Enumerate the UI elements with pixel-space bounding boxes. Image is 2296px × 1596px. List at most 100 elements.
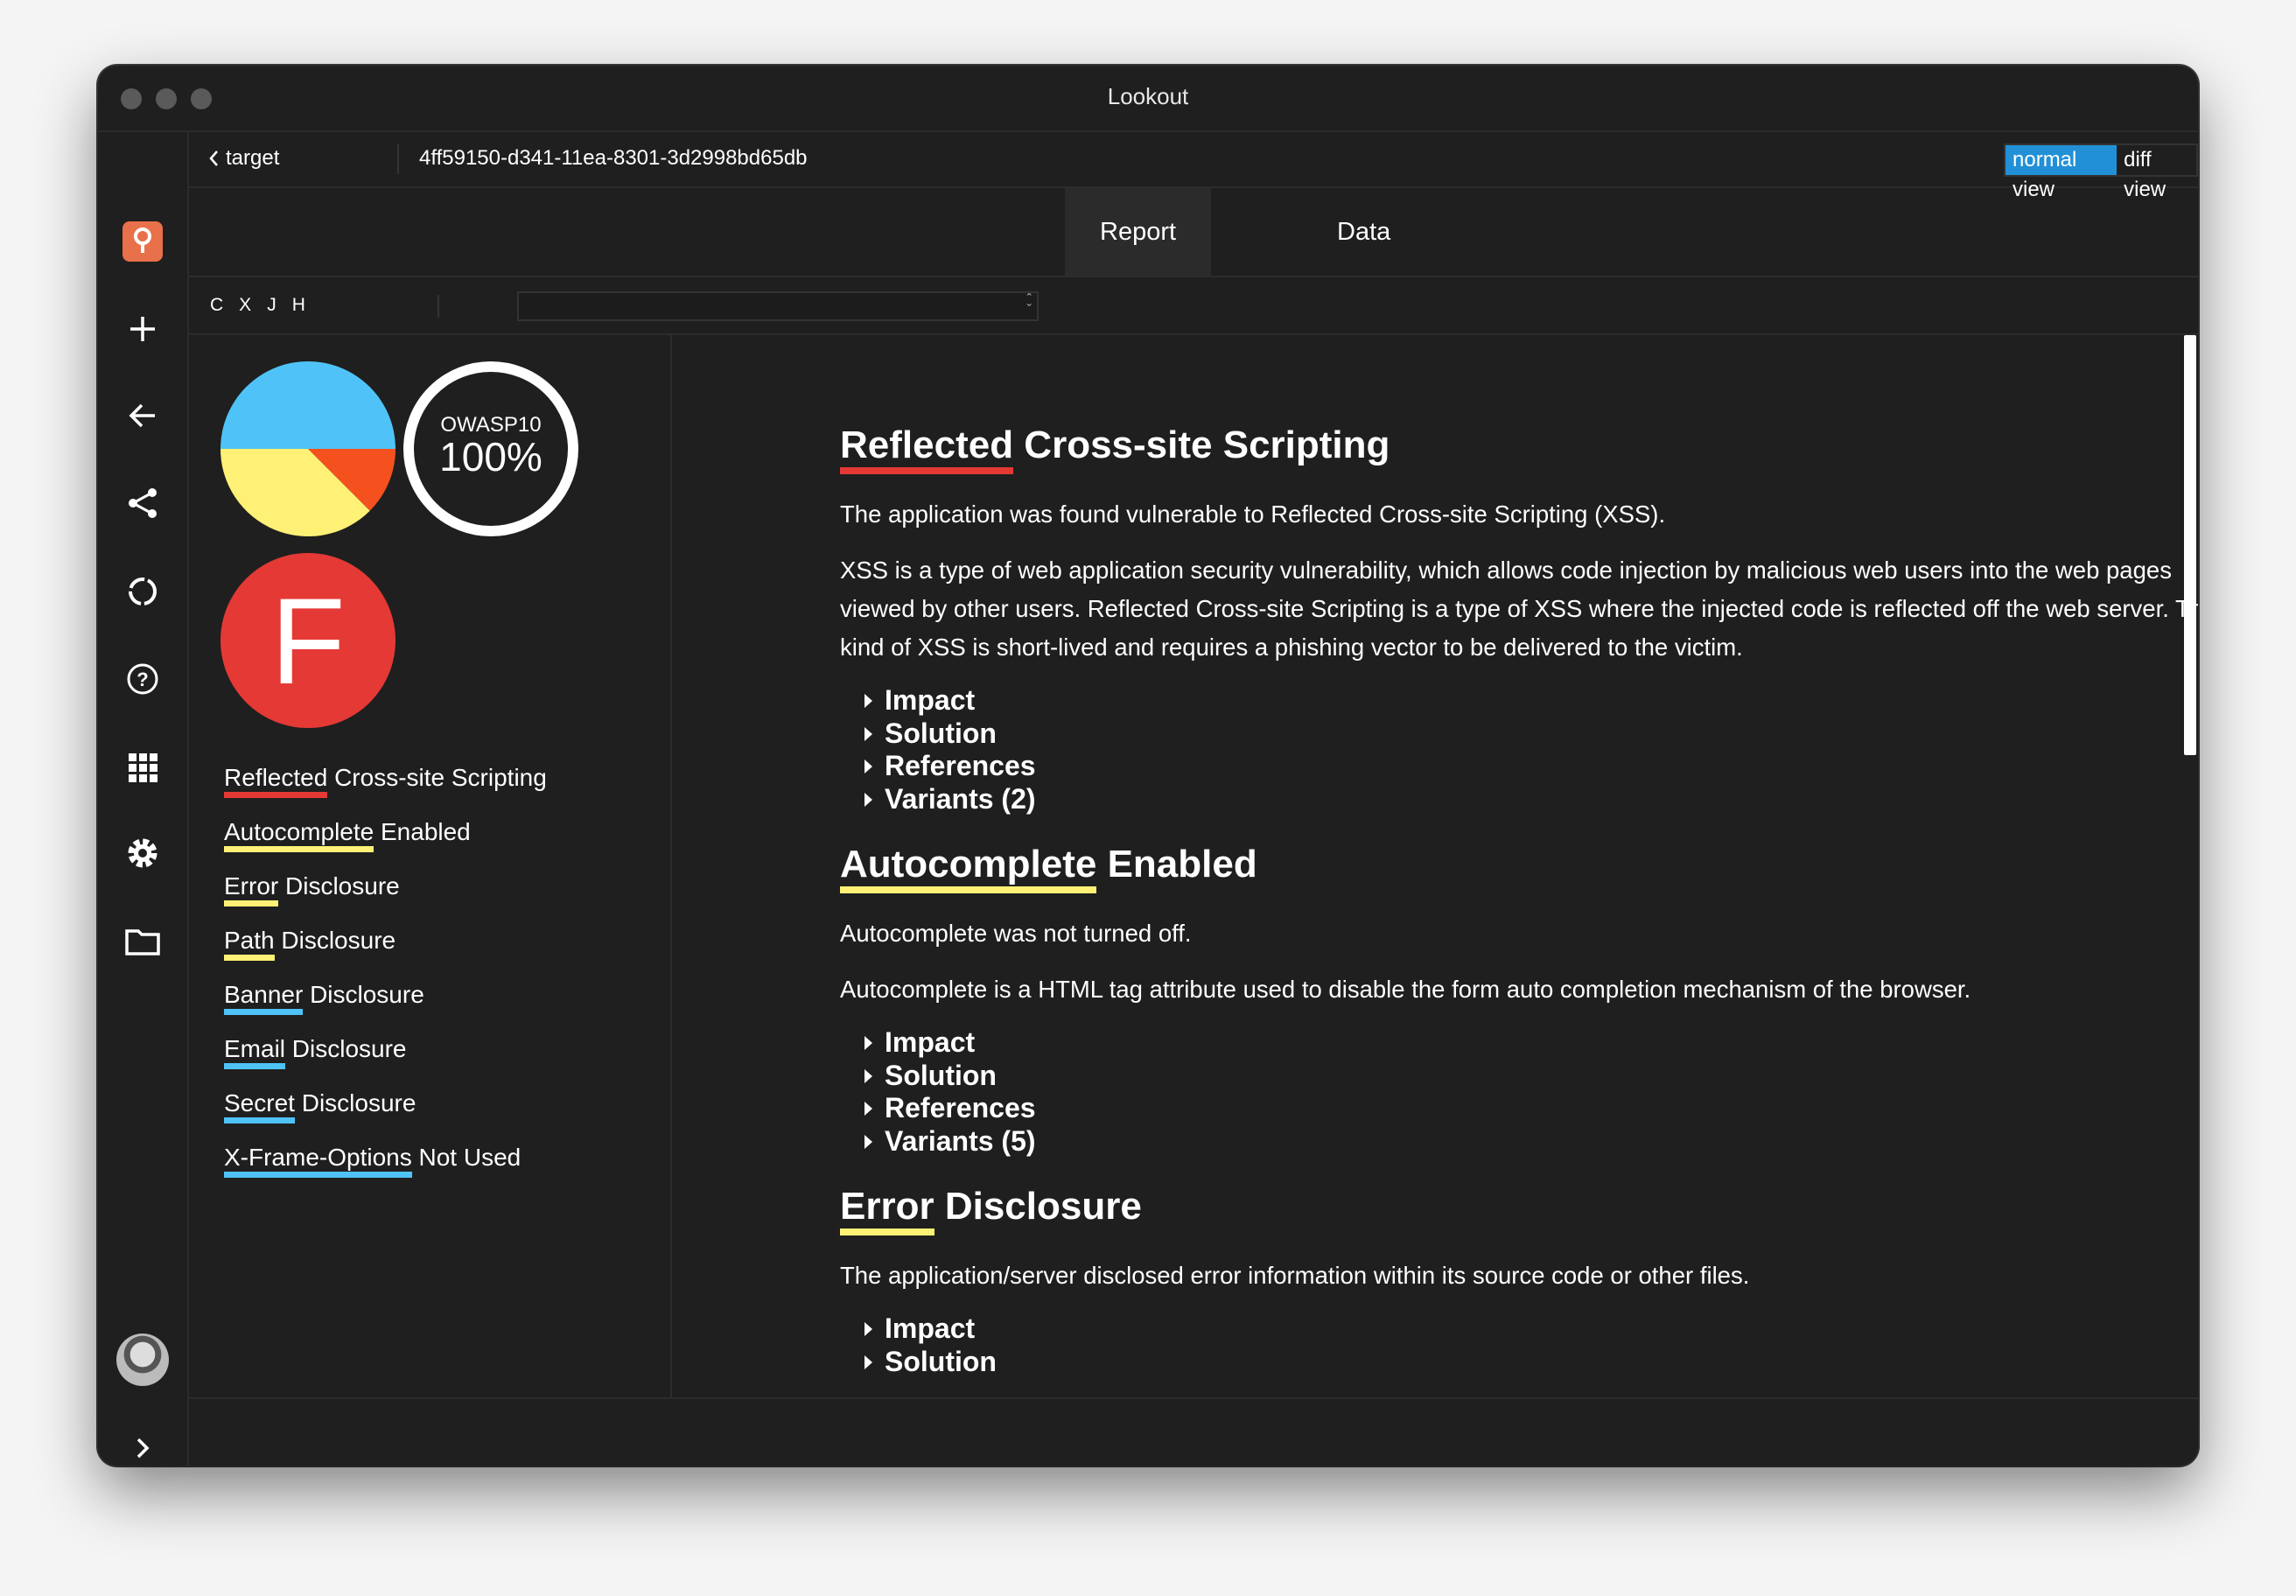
divider (438, 295, 439, 318)
finding-list-item[interactable]: X-Frame-Options Not Used (224, 1144, 547, 1198)
header-bar: target 4ff59150-d341-11ea-8301-3d2998bd6… (189, 132, 2198, 201)
grade-letter: F (270, 572, 346, 710)
share-icon[interactable] (121, 481, 164, 525)
chevron-updown-icon: ˆˇ (1026, 292, 1032, 318)
gear-icon[interactable] (121, 831, 164, 875)
details-list: Impact Solution References Variants (5) (864, 1026, 2198, 1158)
details-toggle[interactable]: References (864, 1092, 2198, 1125)
finding-section: Error Disclosure The application/server d… (840, 1184, 2198, 1378)
finding-heading: Error Disclosure (840, 1184, 2198, 1236)
finding-description: Autocomplete is a HTML tag attribute use… (840, 976, 1971, 1003)
back-to-target-link[interactable]: target (208, 146, 279, 171)
key-x-button[interactable]: X (239, 295, 251, 316)
lookout-logo-icon[interactable] (122, 221, 163, 262)
arrow-left-icon[interactable] (121, 394, 164, 438)
summary-badges: OWASP10 100% F (220, 361, 578, 728)
details-toggle[interactable]: References (864, 750, 2198, 783)
owasp-label: OWASP10 (440, 413, 541, 437)
tab-report[interactable]: Report (1065, 188, 1212, 276)
finding-heading: Reflected Cross-site Scripting (840, 423, 2198, 474)
grade-badge: F (220, 553, 396, 728)
finding-list-item[interactable]: Error Disclosure (224, 872, 547, 927)
sidebar: ? (98, 132, 189, 1466)
details-toggle[interactable]: Solution (864, 1060, 2198, 1093)
app-window: Lookout ? target 4ff59150-d341-11ea-8301… (98, 66, 2198, 1466)
title-bar: Lookout (98, 66, 2198, 132)
user-avatar[interactable] (116, 1334, 169, 1386)
finding-section: Autocomplete Enabled Autocomplete was not… (840, 842, 2198, 1158)
finding-name-underlined: Reflected (224, 764, 328, 798)
details-toggle[interactable]: Solution (864, 1346, 2198, 1379)
finding-name-underlined: Banner (224, 981, 304, 1015)
key-h-button[interactable]: H (292, 295, 305, 316)
refresh-icon[interactable] (121, 570, 164, 613)
finding-section: Reflected Cross-site Scripting The applic… (840, 423, 2198, 816)
run-id: 4ff59150-d341-11ea-8301-3d2998bd65db (419, 146, 808, 170)
details-toggle[interactable]: Impact (864, 1312, 2198, 1346)
finding-name-rest: Disclosure (278, 872, 400, 900)
finding-description: The application was found vulnerable to … (840, 500, 1666, 528)
finding-list-item[interactable]: Secret Disclosure (224, 1089, 547, 1144)
pie-slice-low (220, 361, 396, 449)
diff-view-button[interactable]: diff view (2117, 145, 2196, 201)
details-list: Impact Solution (864, 1312, 2198, 1378)
key-c-button[interactable]: C (210, 295, 223, 316)
help-icon[interactable]: ? (121, 657, 164, 701)
finding-name-underlined: Secret (224, 1089, 295, 1124)
finding-name-underlined: Path (224, 927, 275, 961)
finding-description: Autocomplete was not turned off. (840, 920, 1192, 947)
finding-name-rest: Cross-site Scripting (327, 764, 547, 791)
finding-name-underlined: X-Frame-Options (224, 1144, 412, 1178)
finding-name-rest: Not Used (411, 1144, 522, 1171)
summary-panel: OWASP10 100% F Reflected Cross-site Scri… (189, 335, 672, 1397)
finding-list-item[interactable]: Banner Disclosure (224, 981, 547, 1035)
finding-name-rest: Enabled (374, 818, 471, 845)
main-area: target 4ff59150-d341-11ea-8301-3d2998bd6… (189, 132, 2198, 1466)
finding-name-rest: Disclosure (274, 927, 396, 954)
details-toggle[interactable]: Impact (864, 1026, 2198, 1060)
scrollbar-thumb[interactable] (2184, 335, 2196, 755)
heading-underlined: Autocomplete (840, 843, 1097, 893)
finding-name-rest: Disclosure (294, 1089, 416, 1116)
report-content: Reflected Cross-site Scripting The applic… (672, 335, 2198, 1397)
window-title: Lookout (1107, 83, 1189, 109)
apps-grid-icon[interactable] (121, 746, 164, 789)
finding-name-underlined: Email (224, 1035, 286, 1069)
plus-icon[interactable] (121, 307, 164, 351)
details-toggle[interactable]: Variants (2) (864, 783, 2198, 816)
tab-bar: Report Data (189, 188, 2198, 277)
heading-underlined: Error (840, 1185, 934, 1236)
finding-heading: Autocomplete Enabled (840, 842, 2198, 893)
tab-data[interactable]: Data (1302, 188, 1425, 276)
heading-rest: Disclosure (934, 1185, 1142, 1228)
finding-name-rest: Disclosure (303, 981, 424, 1008)
details-toggle[interactable]: Variants (5) (864, 1125, 2198, 1158)
heading-underlined: Reflected (840, 424, 1014, 474)
chevron-left-icon (209, 150, 218, 166)
finding-select[interactable]: ˆˇ (517, 291, 1039, 321)
folder-icon[interactable] (121, 920, 164, 963)
status-bar (189, 1397, 2198, 1466)
report-article: Reflected Cross-site Scripting The applic… (840, 423, 2198, 1397)
view-toggle: normal view diff view (2004, 144, 2198, 201)
details-toggle[interactable]: Impact (864, 684, 2198, 718)
finding-list-item[interactable]: Autocomplete Enabled (224, 818, 547, 872)
svg-text:?: ? (136, 668, 148, 690)
back-label: target (226, 146, 280, 170)
normal-view-button[interactable]: normal view (2006, 145, 2118, 201)
finding-list: Reflected Cross-site Scripting Autocomple… (224, 764, 547, 1198)
finding-list-item[interactable]: Reflected Cross-site Scripting (224, 764, 547, 818)
chevron-right-icon[interactable] (121, 1426, 164, 1466)
finding-name-rest: Disclosure (285, 1035, 407, 1062)
finding-list-item[interactable]: Email Disclosure (224, 1035, 547, 1089)
finding-name-underlined: Autocomplete (224, 818, 374, 852)
divider (397, 144, 399, 174)
finding-list-item[interactable]: Path Disclosure (224, 927, 547, 981)
finding-name-underlined: Error (224, 872, 279, 906)
owasp-value: 100% (439, 434, 542, 480)
details-toggle[interactable]: Solution (864, 718, 2198, 751)
key-j-button[interactable]: J (267, 295, 276, 316)
finding-description: XSS is a type of web application securit… (840, 556, 2198, 661)
owasp-badge: OWASP10 100% (403, 361, 578, 536)
finding-description: The application/server disclosed error i… (840, 1262, 1750, 1289)
